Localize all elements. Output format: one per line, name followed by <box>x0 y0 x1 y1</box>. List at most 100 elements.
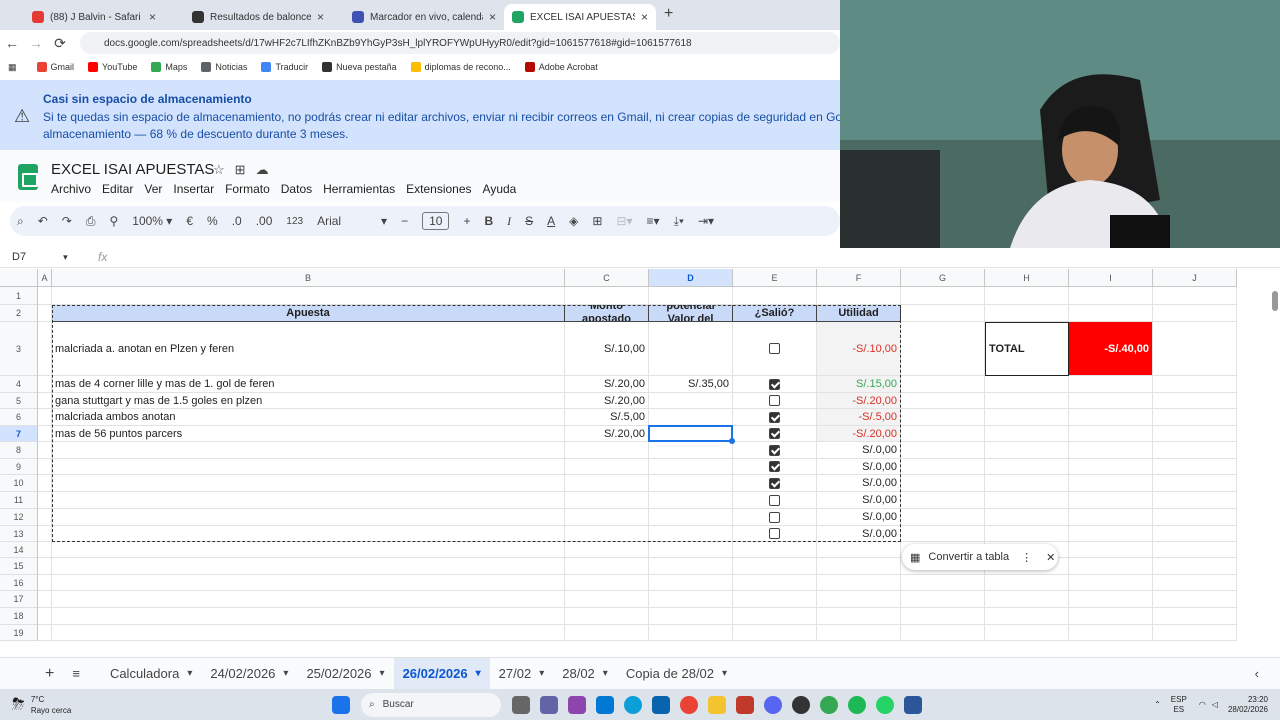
redo-icon[interactable]: ↷ <box>62 214 72 228</box>
bookmark-item[interactable]: Maps <box>151 62 187 72</box>
grid-cell[interactable] <box>901 591 985 608</box>
grid-cell[interactable] <box>565 287 649 305</box>
row-header[interactable]: 6 <box>0 409 38 426</box>
grid-cell[interactable] <box>1069 575 1153 591</box>
chevron-up-icon[interactable]: ⌃ <box>1154 700 1161 709</box>
grid-cell[interactable] <box>985 625 1069 641</box>
table-cell-monto[interactable]: S/.5,00 <box>565 409 649 426</box>
grid-cell[interactable] <box>985 475 1069 492</box>
text-color-icon[interactable]: A <box>547 214 555 228</box>
grid-cell[interactable] <box>901 526 985 542</box>
table-cell-ganancia[interactable] <box>649 509 733 526</box>
table-cell-monto[interactable]: S/.10,00 <box>565 322 649 376</box>
increase-decimal-button[interactable]: .00 <box>256 214 273 228</box>
column-header-c[interactable]: C <box>565 269 649 287</box>
menu-insertar[interactable]: Insertar <box>173 182 214 196</box>
checkbox-unchecked[interactable] <box>769 343 780 354</box>
cloud-status-icon[interactable]: ☁ <box>256 162 279 177</box>
sheet-tab[interactable]: 24/02/2026 ▾ <box>201 658 297 690</box>
grid-cell[interactable] <box>565 575 649 591</box>
checkbox-unchecked[interactable] <box>769 395 780 406</box>
grid-cell[interactable] <box>901 608 985 625</box>
grid-cell[interactable] <box>1069 376 1153 393</box>
edge-icon[interactable] <box>624 695 642 714</box>
row-header[interactable]: 7 <box>0 426 38 442</box>
grid-cell[interactable] <box>1153 409 1237 426</box>
row-header[interactable]: 15 <box>0 558 38 575</box>
sheet-tab[interactable]: 28/02 ▾ <box>553 658 617 690</box>
sheet-tab[interactable]: 25/02/2026 ▾ <box>297 658 393 690</box>
grid-cell[interactable] <box>38 591 52 608</box>
grid-cell[interactable] <box>901 575 985 591</box>
outlook-icon[interactable] <box>652 695 670 714</box>
bold-icon[interactable]: B <box>484 214 493 228</box>
teams-icon[interactable] <box>540 695 558 714</box>
close-tab-icon[interactable]: × <box>635 10 648 24</box>
close-tab-icon[interactable]: × <box>311 10 324 24</box>
grid-cell[interactable] <box>565 625 649 641</box>
star-icon[interactable]: ☆ <box>213 162 235 177</box>
row-header[interactable]: 3 <box>0 322 38 376</box>
row-header[interactable]: 13 <box>0 526 38 542</box>
chrome-profile-icon[interactable] <box>820 695 838 714</box>
table-header-utilidad[interactable]: Utilidad <box>817 305 901 322</box>
table-cell-apuesta[interactable]: mas de 56 puntos parcers <box>52 426 565 442</box>
copilot-icon[interactable] <box>568 695 586 714</box>
table-cell-ganancia[interactable] <box>649 393 733 409</box>
table-header-ganancia[interactable]: Ganancia potencial Valor del cashout <box>649 305 733 322</box>
table-cell-ganancia[interactable]: S/.35,00 <box>649 376 733 393</box>
row-header[interactable]: 12 <box>0 509 38 526</box>
table-cell-salio[interactable] <box>733 475 817 492</box>
table-cell-salio[interactable] <box>733 509 817 526</box>
grid-cell[interactable] <box>38 575 52 591</box>
row-header[interactable]: 19 <box>0 625 38 641</box>
row-header[interactable]: 18 <box>0 608 38 625</box>
calculator-icon[interactable] <box>904 695 922 714</box>
font-size-input[interactable]: 10 <box>422 212 450 230</box>
grid-cell[interactable] <box>985 376 1069 393</box>
grid-cell[interactable] <box>1069 542 1153 558</box>
grid-cell[interactable] <box>1153 492 1237 509</box>
table-cell-salio[interactable] <box>733 442 817 459</box>
merge-cells-icon[interactable]: ⊟▾ <box>616 214 632 228</box>
table-cell-monto[interactable] <box>565 442 649 459</box>
grid-cell[interactable] <box>985 492 1069 509</box>
sheet-tab[interactable]: 27/02 ▾ <box>490 658 554 690</box>
grid-cell[interactable] <box>38 426 52 442</box>
row-header[interactable]: 2 <box>0 305 38 322</box>
grid-cell[interactable] <box>1069 526 1153 542</box>
grid-cell[interactable] <box>38 509 52 526</box>
grid-cell[interactable] <box>985 608 1069 625</box>
column-header-d[interactable]: D <box>649 269 733 287</box>
checkbox-unchecked[interactable] <box>769 528 780 539</box>
chevron-down-icon[interactable]: ▾ <box>603 668 608 679</box>
wifi-icon[interactable]: ◠ <box>1199 700 1206 709</box>
url-input[interactable]: docs.google.com/spreadsheets/d/17wHF2c7L… <box>80 32 840 54</box>
grid-cell[interactable] <box>1069 608 1153 625</box>
grid-cell[interactable] <box>649 542 733 558</box>
grid-cell[interactable] <box>1069 287 1153 305</box>
column-header-a[interactable]: A <box>38 269 52 287</box>
grid-cell[interactable] <box>1069 492 1153 509</box>
grid-cell[interactable] <box>733 287 817 305</box>
scrollbar-thumb[interactable] <box>1272 291 1278 311</box>
grid-cell[interactable] <box>817 608 901 625</box>
grid-cell[interactable] <box>52 591 565 608</box>
bookmark-item[interactable]: Traducir <box>261 62 308 72</box>
grid-cell[interactable] <box>565 591 649 608</box>
chevron-down-icon[interactable]: ▾ <box>283 668 288 679</box>
table-cell-apuesta[interactable] <box>52 509 565 526</box>
grid-cell[interactable] <box>649 625 733 641</box>
font-size-increase-button[interactable]: + <box>463 214 470 228</box>
grid-cell[interactable] <box>565 542 649 558</box>
grid-cell[interactable] <box>1069 393 1153 409</box>
sheets-logo-icon[interactable] <box>18 164 38 190</box>
table-cell-salio[interactable] <box>733 459 817 475</box>
column-header-g[interactable]: G <box>901 269 985 287</box>
grid-cell[interactable] <box>38 459 52 475</box>
grid-cell[interactable] <box>1069 305 1153 322</box>
paint-format-icon[interactable]: ⚲ <box>109 214 118 228</box>
grid-cell[interactable] <box>1153 526 1237 542</box>
grid-cell[interactable] <box>38 625 52 641</box>
task-view-icon[interactable] <box>512 695 530 714</box>
